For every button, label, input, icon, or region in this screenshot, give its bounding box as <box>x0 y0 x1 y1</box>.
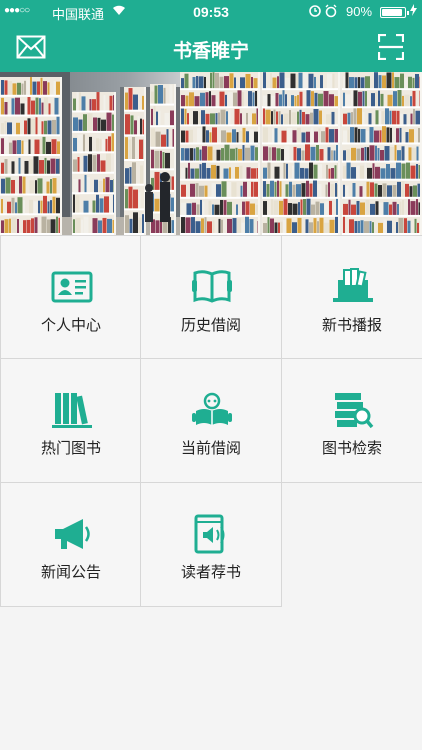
reader-icon <box>191 389 233 431</box>
menu-item-label: 新书播报 <box>321 317 382 334</box>
status-bar: ●●●○○ 中国联通 09:53 90% <box>0 0 422 24</box>
banner-image[interactable] <box>0 72 422 235</box>
book-search-icon <box>332 389 374 431</box>
menu-item-label: 读者荐书 <box>180 564 241 581</box>
menu-item-label: 图书检索 <box>321 440 382 457</box>
menu-item[interactable]: 热门图书 <box>0 359 141 483</box>
page-title: 书香睢宁 <box>172 41 249 62</box>
id-card-icon <box>51 266 93 308</box>
bookshelf-icon <box>51 389 93 431</box>
menu-item-label: 当前借阅 <box>180 440 241 457</box>
menu-item-label: 个人中心 <box>40 317 101 334</box>
open-book-icon <box>191 266 233 308</box>
menu-item-label: 新闻公告 <box>40 564 101 581</box>
charging-icon <box>410 4 417 19</box>
megaphone-icon <box>51 513 93 555</box>
menu-item[interactable]: 读者荐书 <box>141 483 282 607</box>
laptop-books-icon <box>332 266 374 308</box>
scan-icon[interactable] <box>377 33 405 61</box>
battery-percentage: 90% <box>346 4 373 19</box>
menu-item[interactable]: 历史借阅 <box>141 235 282 359</box>
book-speaker-icon <box>191 513 233 555</box>
menu-item[interactable]: 新书播报 <box>282 235 422 359</box>
menu-item[interactable]: 个人中心 <box>0 235 141 359</box>
alarm-icon <box>309 4 339 21</box>
bookshelf-photo <box>0 72 422 235</box>
menu-item[interactable]: 新闻公告 <box>0 483 141 607</box>
menu-item[interactable]: 当前借阅 <box>141 359 282 483</box>
menu-item-label: 热门图书 <box>40 440 101 457</box>
menu-item-label: 历史借阅 <box>180 317 241 334</box>
menu-item[interactable]: 图书检索 <box>282 359 422 483</box>
battery-icon <box>380 7 409 18</box>
nav-bar: 书香睢宁 <box>0 24 422 72</box>
